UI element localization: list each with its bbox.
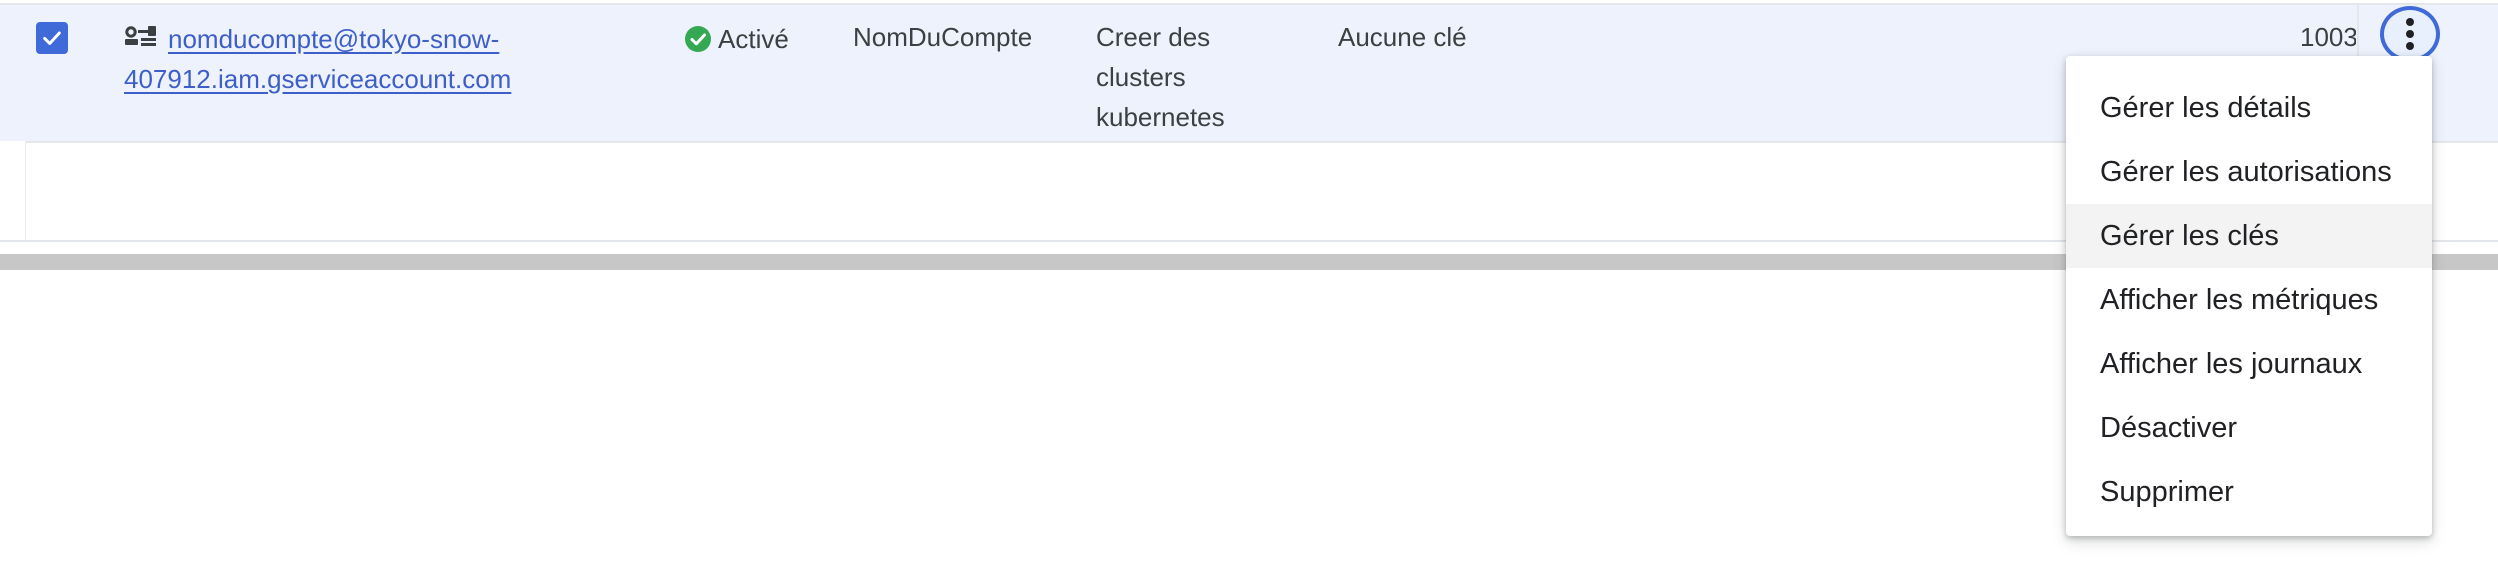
check-circle-icon — [685, 26, 711, 52]
menu-item-view-metrics[interactable]: Afficher les métriques — [2066, 268, 2432, 332]
email-cell: nomducompte@tokyo-snow- 407912.iam.gserv… — [124, 19, 544, 99]
account-description: Creer des clusters kubernetes — [1096, 22, 1225, 132]
row-checkbox[interactable] — [36, 22, 68, 54]
menu-item-delete[interactable]: Supprimer — [2066, 460, 2432, 524]
service-account-icon — [125, 26, 156, 46]
account-id: 1003 — [2300, 22, 2356, 52]
service-account-email-link[interactable]: nomducompte@tokyo-snow- 407912.iam.gserv… — [124, 19, 544, 99]
table-left-edge — [0, 141, 26, 241]
more-vert-icon — [2406, 18, 2414, 50]
menu-item-manage-permissions[interactable]: Gérer les autorisations — [2066, 140, 2432, 204]
menu-item-disable[interactable]: Désactiver — [2066, 396, 2432, 460]
account-name: NomDuCompte — [853, 22, 1033, 52]
more-actions-button[interactable] — [2380, 6, 2440, 62]
check-icon — [43, 31, 61, 45]
actions-menu: Gérer les détails Gérer les autorisation… — [2066, 56, 2432, 536]
service-accounts-page: nomducompte@tokyo-snow- 407912.iam.gserv… — [0, 0, 2498, 574]
account-keys: Aucune clé — [1338, 22, 1467, 52]
menu-item-view-logs[interactable]: Afficher les journaux — [2066, 332, 2432, 396]
menu-item-manage-keys[interactable]: Gérer les clés — [2066, 204, 2432, 268]
status-cell: Activé — [684, 19, 789, 59]
status-text: Activé — [718, 23, 789, 54]
email-line-1: nomducompte@tokyo-snow- — [168, 24, 500, 54]
email-line-2: 407912.iam.gserviceaccount.com — [124, 64, 512, 94]
menu-item-manage-details[interactable]: Gérer les détails — [2066, 76, 2432, 140]
